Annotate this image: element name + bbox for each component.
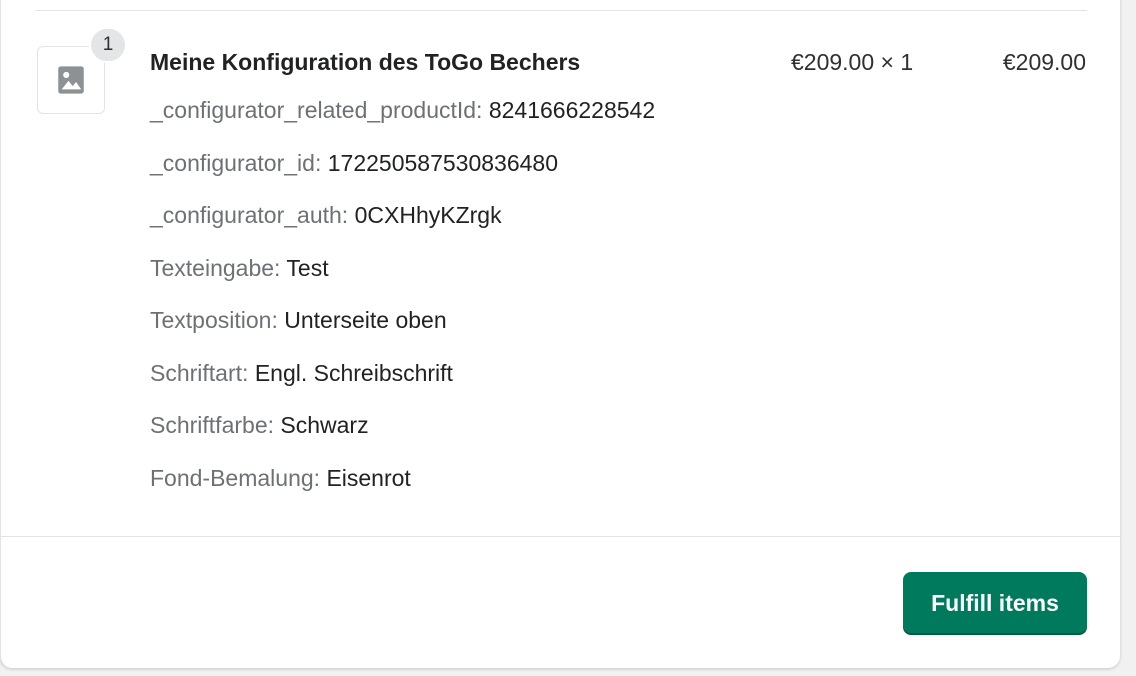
property-key: Schriftfarbe:	[150, 412, 274, 438]
product-title[interactable]: Meine Konfiguration des ToGo Bechers	[150, 49, 580, 76]
property-value: 172250587530836480	[327, 149, 558, 176]
property-key: Texteingabe:	[150, 254, 281, 281]
property-value: Eisenrot	[326, 464, 411, 491]
line-item-properties: _configurator_related_productId: 8241666…	[150, 97, 655, 517]
property-row: Fond-Bemalung: Eisenrot	[150, 465, 655, 518]
property-row: _configurator_id: 172250587530836480	[150, 150, 655, 203]
image-placeholder-icon	[58, 66, 84, 94]
property-key: _configurator_auth:	[150, 202, 349, 228]
property-row: _configurator_related_productId: 8241666…	[150, 97, 655, 150]
unit-price: €209.00 × 1	[791, 49, 914, 75]
divider	[36, 10, 1087, 11]
property-key: _configurator_related_productId:	[150, 97, 483, 123]
property-value: Test	[286, 254, 329, 281]
property-key: _configurator_id:	[150, 149, 322, 176]
property-row: _configurator_auth: 0CXHhyKZrgk	[150, 202, 655, 255]
footer-divider	[1, 536, 1121, 537]
property-value: 0CXHhyKZrgk	[354, 202, 502, 228]
property-row: Textposition: Unterseite oben	[150, 307, 655, 360]
property-row: Schriftart: Engl. Schreibschrift	[150, 360, 655, 413]
property-row: Schriftfarbe: Schwarz	[150, 412, 655, 465]
property-key: Schriftart:	[150, 359, 249, 386]
fulfill-items-button[interactable]: Fulfill items	[903, 572, 1087, 635]
line-total: €209.00	[1002, 49, 1086, 75]
property-key: Fond-Bemalung:	[150, 464, 321, 491]
order-card: 1 Meine Konfiguration des ToGo Bechers €…	[0, 0, 1121, 668]
property-value: Engl. Schreibschrift	[254, 359, 453, 386]
property-row: Texteingabe: Test	[150, 255, 655, 308]
property-value: Unterseite oben	[284, 307, 447, 333]
property-value: 8241666228542	[488, 97, 656, 123]
property-value: Schwarz	[280, 412, 369, 438]
quantity-badge: 1	[89, 27, 127, 63]
property-key: Textposition:	[150, 307, 278, 333]
